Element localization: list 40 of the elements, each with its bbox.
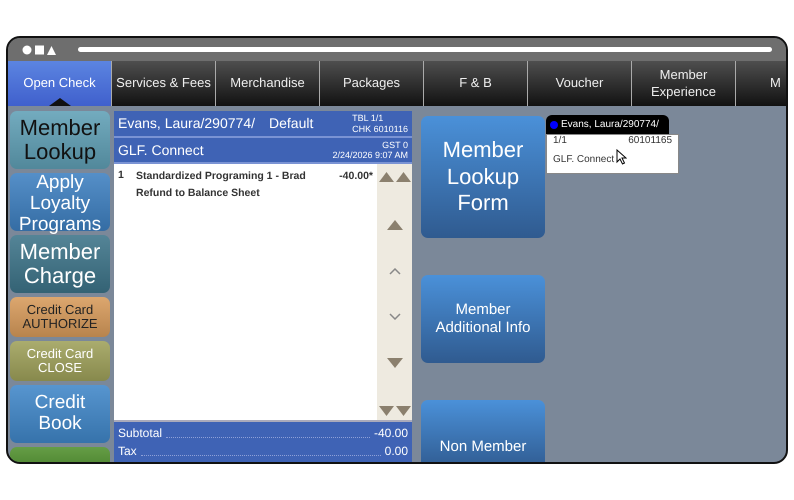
chevron-down-icon[interactable] [388,313,400,320]
tab[interactable]: Packages [320,61,424,106]
item-quantity: 1 [118,168,125,183]
action-button[interactable]: Member Additional Info [421,275,545,363]
check-subtitle: GLF. Connect [553,153,614,167]
check-datetime: 2/24/2026 9:07 AM [332,150,408,160]
total-value: -40.00 [374,425,408,442]
mouse-cursor-icon [616,148,628,164]
page-down-icon[interactable] [378,406,410,416]
window-controls-icon [22,44,56,54]
check-number: 60101165 [628,135,672,146]
table-number: TBL 1/1 [352,113,384,124]
action-button[interactable]: Member Lookup [10,111,110,169]
check-subtitle: GLF. Connect [118,140,204,160]
action-button[interactable]: Member Charge [10,235,110,293]
tab[interactable]: F & B [424,61,528,106]
scroll-down-icon[interactable] [386,358,402,368]
chevron-up-icon[interactable] [388,268,400,275]
total-label: Subtotal [118,425,162,442]
total-label: Tax [118,443,137,460]
item-amount: -40.00* [339,169,373,184]
profile-name: Default [269,114,314,133]
check-number: CHK 6010116 [352,124,408,134]
total-value: 0.00 [384,443,408,460]
tab[interactable]: Merchandise [216,61,320,106]
member-name: Evans, Laura/290774/ [118,114,255,133]
action-button[interactable]: Credit Card AUTHORIZE [10,297,110,337]
action-button[interactable]: Credit Book [10,385,110,443]
page-up-icon[interactable] [378,172,410,182]
tab[interactable]: Voucher [528,61,632,106]
action-button[interactable]: Non Member [421,400,545,462]
tab[interactable]: Member Experience [632,61,736,106]
tab[interactable]: Services & Fees [112,61,216,106]
action-button[interactable]: Member Lookup Form [421,116,545,238]
scroll-up-icon[interactable] [386,220,402,230]
item-description: Standardized Programing 1 - Brad Refund to Balance Sheet [136,169,307,201]
tab[interactable]: Open Check [8,61,112,106]
table-number: 1/1 [553,135,567,146]
popup-title: Evans, Laura/290774/ [561,118,659,132]
guest-count: GST 0 [381,140,408,150]
